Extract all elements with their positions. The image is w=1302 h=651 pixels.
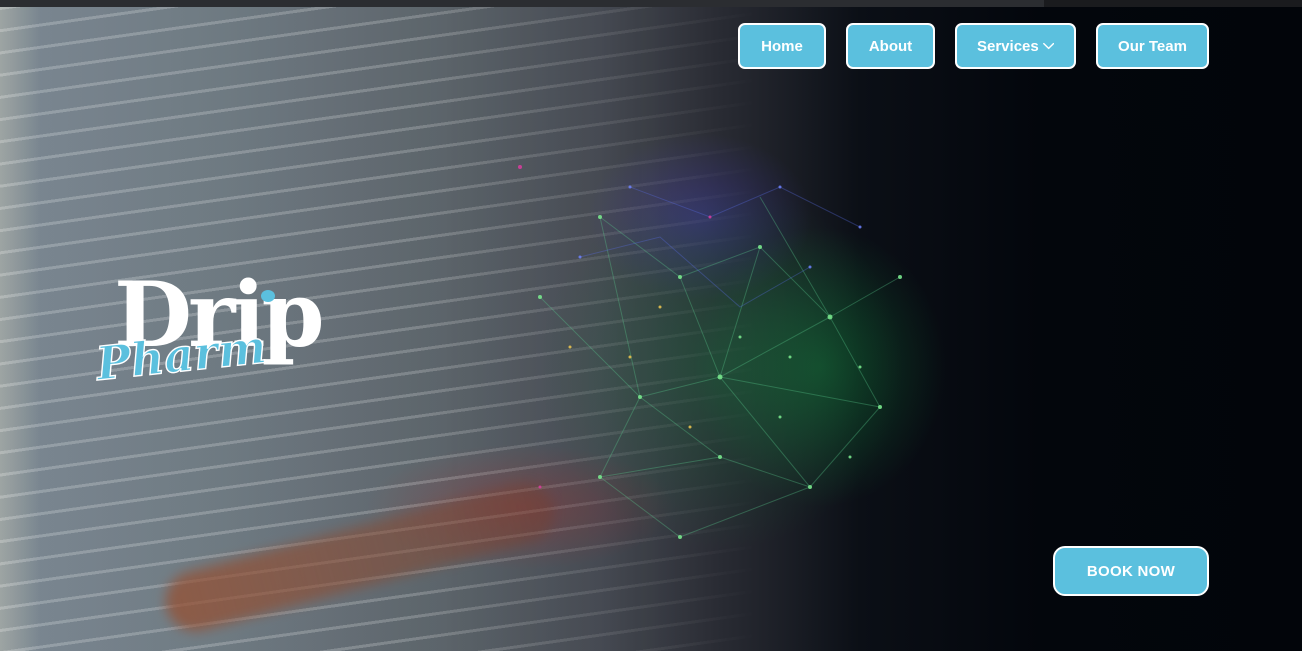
page: Home About Services Our Team Drip Pharm … (0, 0, 1302, 651)
main-navigation: Home About Services Our Team (738, 23, 1209, 69)
book-now-label: BOOK NOW (1086, 562, 1176, 580)
nav-our-team-label: Our Team (1118, 37, 1187, 55)
top-strip-dark-segment (1044, 0, 1302, 7)
hero-particle-network (518, 165, 902, 539)
chevron-down-icon (1042, 42, 1054, 50)
nav-about-label: About (868, 37, 913, 55)
nav-about-button[interactable]: About (846, 23, 935, 69)
nav-home-button[interactable]: Home (738, 23, 826, 69)
drip-pharm-logo[interactable]: Drip Pharm (92, 258, 352, 398)
nav-services-label: Services (977, 37, 1039, 55)
logo-drop-icon (261, 290, 275, 302)
nav-services-button[interactable]: Services (955, 23, 1076, 69)
book-now-button[interactable]: BOOK NOW (1053, 546, 1209, 596)
nav-home-label: Home (761, 37, 803, 55)
nav-our-team-button[interactable]: Our Team (1096, 23, 1209, 69)
